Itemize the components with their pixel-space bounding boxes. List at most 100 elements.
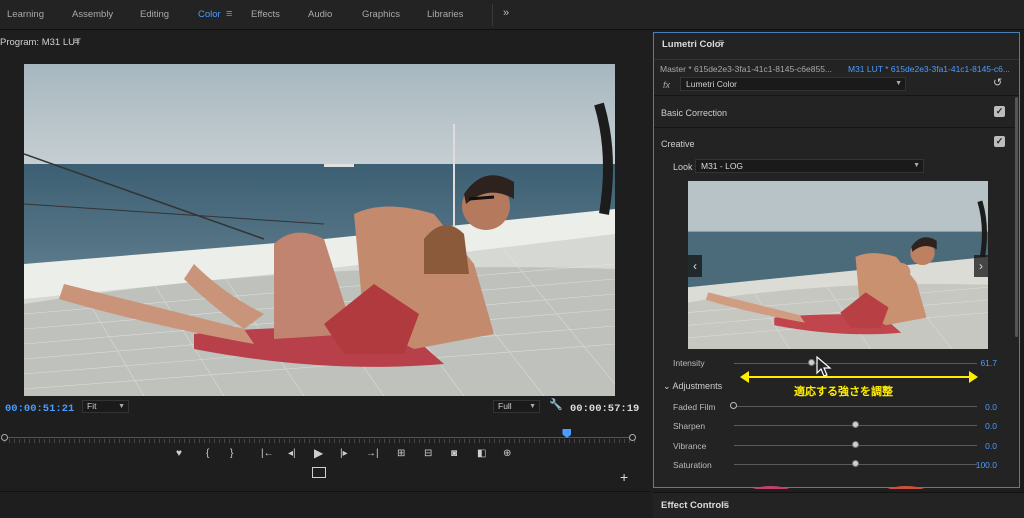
saturation-label: Saturation xyxy=(673,460,712,470)
resolution-select[interactable]: Full ▼ xyxy=(493,400,540,413)
effect-controls-panel: Effect Controls ≡ xyxy=(653,492,1024,518)
go-to-out-button[interactable]: →| xyxy=(366,448,379,459)
faded-film-value[interactable]: 0.0 xyxy=(985,402,997,412)
preview-scene xyxy=(688,181,988,349)
arrow-right-icon xyxy=(969,371,978,383)
clip-tabs: Master * 615de2e3-3fa1-41c1-8145-c6e855.… xyxy=(654,59,1019,77)
tab-clip[interactable]: M31 LUT * 615de2e3-3fa1-41c1-8145-c6... xyxy=(848,64,1010,74)
zoom-select[interactable]: Fit ▼ xyxy=(82,400,129,413)
more-workspaces-icon[interactable]: » xyxy=(503,7,509,19)
workspace-bar: Learning Assembly Editing Color ≡ Effect… xyxy=(0,0,1024,30)
compare-view-button[interactable]: ◧ xyxy=(477,448,486,459)
intensity-label: Intensity xyxy=(673,358,705,368)
sharpen-label: Sharpen xyxy=(673,421,706,431)
faded-film-slider-knob[interactable] xyxy=(730,402,737,409)
tab-effects[interactable]: Effects xyxy=(251,9,280,20)
tab-libraries[interactable]: Libraries xyxy=(427,9,463,20)
faded-film-label: Faded Film xyxy=(673,402,716,412)
safe-margins-button[interactable]: ⊕ xyxy=(503,448,511,459)
chevron-down-icon: ▼ xyxy=(913,162,920,169)
program-monitor: Program: M31 LUT ≡ 00:00:51:21 Fit ▼ Ful… xyxy=(0,31,650,491)
current-timecode[interactable]: 00:00:51:21 xyxy=(5,403,74,415)
effect-select[interactable]: Lumetri Color ▼ xyxy=(680,77,906,91)
panel-scrollbar[interactable] xyxy=(1015,97,1018,337)
look-value: M31 - LOG xyxy=(701,161,744,171)
sharpen-slider-knob[interactable] xyxy=(851,421,859,428)
checkbox-icon[interactable]: ✓ xyxy=(994,136,1005,147)
panel-title[interactable]: Effect Controls xyxy=(661,500,729,511)
sharpen-value[interactable]: 0.0 xyxy=(985,421,997,431)
panel-title[interactable]: Lumetri Color xyxy=(662,39,724,50)
section-title: Basic Correction xyxy=(661,108,728,118)
chevron-down-icon: ▼ xyxy=(895,80,902,87)
faded-film-slider[interactable] xyxy=(734,406,977,407)
effect-select-value: Lumetri Color xyxy=(686,79,738,89)
tab-audio[interactable]: Audio xyxy=(308,9,332,20)
checkbox-icon[interactable]: ✓ xyxy=(994,106,1005,117)
intensity-slider[interactable] xyxy=(734,363,977,364)
section-creative[interactable]: Creative ✓ xyxy=(654,127,1019,157)
tab-learning[interactable]: Learning xyxy=(7,9,44,20)
out-point-handle[interactable] xyxy=(629,434,636,441)
color-wheels xyxy=(752,486,925,489)
panel-menu-icon[interactable]: ≡ xyxy=(723,499,729,510)
chevron-right-icon[interactable]: › xyxy=(974,255,988,277)
intensity-slider-knob[interactable] xyxy=(807,359,815,366)
annotation-text: 適応する強さを調整 xyxy=(794,386,893,398)
program-title[interactable]: Program: M31 LUT xyxy=(0,37,81,48)
intensity-value[interactable]: 61.7 xyxy=(980,358,997,368)
scrub-ticks xyxy=(4,439,636,443)
zoom-value: Fit xyxy=(87,401,97,411)
divider xyxy=(492,4,493,26)
section-title: Creative xyxy=(661,139,695,149)
chevron-down-icon: ⌄ xyxy=(663,381,673,391)
scrub-track xyxy=(4,437,636,438)
go-to-in-button[interactable]: |← xyxy=(261,448,274,459)
saturation-slider-knob[interactable] xyxy=(851,460,859,467)
lumetri-color-panel: Lumetri Color ≡ Master * 615de2e3-3fa1-4… xyxy=(653,32,1020,489)
vibrance-slider-knob[interactable] xyxy=(851,441,859,448)
camera-icon[interactable]: ◙ xyxy=(451,448,457,459)
reset-icon[interactable]: ↺ xyxy=(993,76,1002,89)
lift-button[interactable]: ⊞ xyxy=(397,448,405,459)
program-video-frame[interactable] xyxy=(24,64,615,396)
play-button[interactable]: ▶ xyxy=(314,446,323,460)
tab-assembly[interactable]: Assembly xyxy=(72,9,113,20)
look-select[interactable]: M31 - LOG ▼ xyxy=(695,159,924,173)
program-menu-icon[interactable]: ≡ xyxy=(74,36,80,47)
tab-graphics[interactable]: Graphics xyxy=(362,9,400,20)
add-marker-icon[interactable]: ♥ xyxy=(176,448,182,459)
scrub-bar[interactable] xyxy=(1,429,636,443)
add-button-icon[interactable]: + xyxy=(620,469,628,485)
extract-button[interactable]: ⊟ xyxy=(424,448,432,459)
panel-menu-icon[interactable]: ≡ xyxy=(718,38,724,49)
mark-out-button[interactable]: } xyxy=(230,448,233,459)
hamburger-icon[interactable]: ≡ xyxy=(226,8,232,20)
tab-editing[interactable]: Editing xyxy=(140,9,169,20)
chevron-down-icon: ▼ xyxy=(529,403,536,410)
export-frame-button[interactable] xyxy=(312,467,326,478)
arrow-left-icon xyxy=(740,371,749,383)
window-edge xyxy=(1020,32,1024,518)
vibrance-value[interactable]: 0.0 xyxy=(985,441,997,451)
saturation-value[interactable]: 100.0 xyxy=(976,460,997,470)
adjustments-title: Adjustments xyxy=(672,381,723,391)
fx-icon: fx xyxy=(663,80,671,90)
settings-wrench-icon[interactable]: 🔧 xyxy=(549,398,563,411)
look-preview[interactable]: ‹ › xyxy=(688,181,988,349)
tab-master[interactable]: Master * 615de2e3-3fa1-41c1-8145-c6e855.… xyxy=(660,64,832,74)
duration-timecode: 00:00:57:19 xyxy=(570,403,640,415)
resolution-value: Full xyxy=(498,401,512,411)
mark-in-button[interactable]: { xyxy=(206,448,209,459)
step-back-button[interactable]: ◂| xyxy=(288,448,296,459)
section-basic-correction[interactable]: Basic Correction ✓ xyxy=(654,95,1019,127)
mouse-cursor-icon xyxy=(816,356,832,377)
in-point-handle[interactable] xyxy=(1,434,8,441)
step-forward-button[interactable]: |▸ xyxy=(340,448,348,459)
tab-color[interactable]: Color xyxy=(198,9,221,20)
vibrance-label: Vibrance xyxy=(673,441,707,451)
annotation-line xyxy=(746,376,972,378)
video-scene xyxy=(24,64,615,396)
adjustments-toggle[interactable]: ⌄ Adjustments xyxy=(663,381,722,392)
chevron-left-icon[interactable]: ‹ xyxy=(688,255,702,277)
